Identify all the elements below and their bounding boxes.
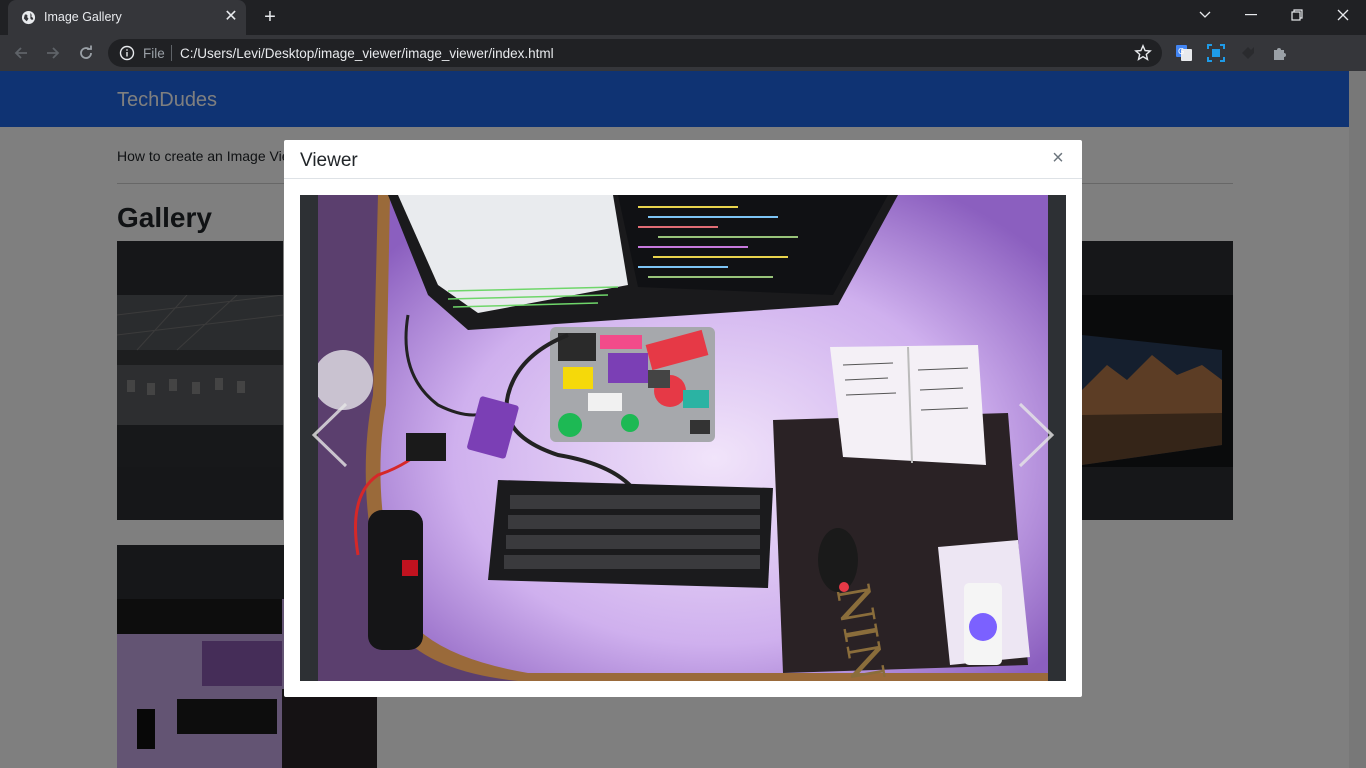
chevron-down-icon[interactable]	[1182, 0, 1228, 30]
svg-text:G: G	[1178, 47, 1184, 56]
viewer-photo: NINJAS	[318, 195, 1048, 681]
modal-title: Viewer	[300, 150, 358, 171]
browser-tab-bar: Image Gallery ✕ +	[0, 0, 1366, 35]
extension-icon[interactable]	[1238, 43, 1258, 63]
tab-title: Image Gallery	[44, 10, 122, 24]
url-text[interactable]: C:/Users/Levi/Desktop/image_viewer/image…	[180, 46, 554, 61]
carousel-prev-icon[interactable]	[308, 400, 352, 470]
restore-icon[interactable]	[1274, 0, 1320, 30]
puzzle-icon[interactable]	[1270, 43, 1290, 63]
image-viewer-modal: Viewer × NINJAS	[284, 140, 1082, 697]
translate-icon[interactable]: G	[1174, 43, 1194, 63]
info-icon[interactable]	[119, 45, 135, 61]
forward-icon[interactable]	[41, 41, 65, 65]
browser-toolbar: File C:/Users/Levi/Desktop/image_viewer/…	[0, 35, 1366, 99]
image-carousel: NINJAS	[300, 195, 1066, 681]
address-bar[interactable]: File C:/Users/Levi/Desktop/image_viewer/…	[108, 39, 1162, 67]
screenshot-icon[interactable]	[1206, 43, 1226, 63]
modal-header: Viewer ×	[284, 140, 1082, 179]
back-icon[interactable]	[9, 41, 33, 65]
close-window-icon[interactable]	[1320, 0, 1366, 30]
carousel-next-icon[interactable]	[1014, 400, 1058, 470]
url-scheme: File	[143, 46, 165, 61]
reload-icon[interactable]	[74, 41, 98, 65]
browser-tab[interactable]: Image Gallery ✕	[8, 0, 246, 35]
star-icon[interactable]	[1134, 44, 1152, 62]
plus-icon[interactable]: +	[259, 6, 281, 28]
close-icon[interactable]: ×	[1048, 148, 1068, 169]
globe-icon	[21, 10, 36, 25]
url-separator	[171, 45, 172, 61]
close-icon[interactable]: ✕	[222, 8, 240, 26]
minimize-icon[interactable]	[1228, 0, 1274, 30]
